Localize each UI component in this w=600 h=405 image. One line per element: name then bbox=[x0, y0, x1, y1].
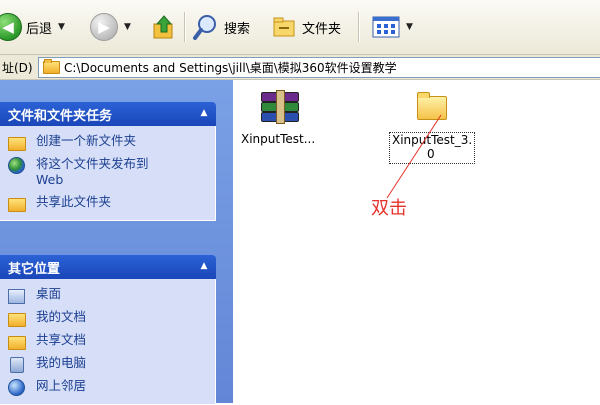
place-my-computer[interactable]: 我的电脑 bbox=[0, 352, 215, 375]
toolbar-separator bbox=[184, 12, 186, 42]
place-desktop[interactable]: 桌面 bbox=[0, 283, 215, 306]
collapse-icon[interactable]: ▲ bbox=[198, 107, 210, 119]
forward-arrow-icon: ▶ bbox=[90, 13, 118, 41]
folders-icon bbox=[273, 17, 295, 37]
up-folder-button[interactable] bbox=[152, 12, 176, 42]
folder-icon bbox=[43, 59, 60, 74]
desktop-icon bbox=[8, 289, 25, 304]
file-view: XinputTest... XinputTest_3. 0 双击 bbox=[233, 80, 600, 403]
my-documents-icon bbox=[8, 313, 26, 327]
folders-button[interactable]: 文件夹 bbox=[272, 12, 341, 42]
search-button[interactable]: 搜索 bbox=[192, 12, 250, 42]
task-pane: 文件和文件夹任务 ▲ 创建一个新文件夹 将这个文件夹发布到 Web 共享此文件夹 bbox=[0, 80, 233, 405]
toolbar: ◀ 后退 ▼ ▶ ▼ 搜索 文件夹 ▼ bbox=[0, 0, 600, 55]
place-my-documents[interactable]: 我的文档 bbox=[0, 306, 215, 329]
forward-button[interactable]: ▶ ▼ bbox=[90, 12, 131, 42]
back-arrow-icon: ◀ bbox=[0, 13, 22, 41]
task-share-folder[interactable]: 共享此文件夹 bbox=[0, 191, 215, 214]
chevron-down-icon[interactable]: ▼ bbox=[124, 22, 131, 32]
task-new-folder[interactable]: 创建一个新文件夹 bbox=[0, 130, 215, 153]
annotation-text: 双击 bbox=[371, 198, 407, 219]
views-icon bbox=[372, 16, 400, 38]
publish-web-icon bbox=[8, 157, 25, 174]
back-button[interactable]: ◀ 后退 ▼ bbox=[0, 12, 65, 42]
share-folder-icon bbox=[8, 198, 26, 212]
toolbar-separator bbox=[358, 12, 360, 42]
panel-header[interactable]: 文件和文件夹任务 ▲ bbox=[0, 102, 216, 126]
views-button[interactable]: ▼ bbox=[372, 12, 413, 42]
network-places-icon bbox=[8, 379, 25, 396]
my-computer-icon bbox=[10, 357, 24, 373]
collapse-icon[interactable]: ▲ bbox=[198, 260, 210, 272]
chevron-down-icon[interactable]: ▼ bbox=[58, 22, 65, 32]
annotation-arrow bbox=[386, 114, 442, 199]
place-shared-documents[interactable]: 共享文档 bbox=[0, 329, 215, 352]
task-publish-web[interactable]: 将这个文件夹发布到 Web bbox=[0, 153, 215, 191]
address-path: C:\Documents and Settings\jill\桌面\模拟360软… bbox=[64, 61, 397, 75]
file-folder-tasks-panel: 文件和文件夹任务 ▲ 创建一个新文件夹 将这个文件夹发布到 Web 共享此文件夹 bbox=[0, 102, 216, 221]
place-network[interactable]: 网上邻居 bbox=[0, 375, 215, 398]
search-icon bbox=[193, 15, 216, 40]
shared-documents-icon bbox=[8, 336, 26, 350]
address-label: 址(D) bbox=[2, 61, 33, 75]
up-folder-icon bbox=[153, 15, 173, 39]
panel-header[interactable]: 其它位置 ▲ bbox=[0, 255, 216, 279]
chevron-down-icon[interactable]: ▼ bbox=[406, 22, 413, 32]
address-bar: 址(D) C:\Documents and Settings\jill\桌面\模… bbox=[0, 55, 600, 80]
new-folder-icon bbox=[8, 137, 26, 151]
other-places-panel: 其它位置 ▲ 桌面 我的文档 共享文档 我的电脑 网上邻居 bbox=[0, 255, 216, 405]
address-input[interactable]: C:\Documents and Settings\jill\桌面\模拟360软… bbox=[38, 57, 600, 78]
